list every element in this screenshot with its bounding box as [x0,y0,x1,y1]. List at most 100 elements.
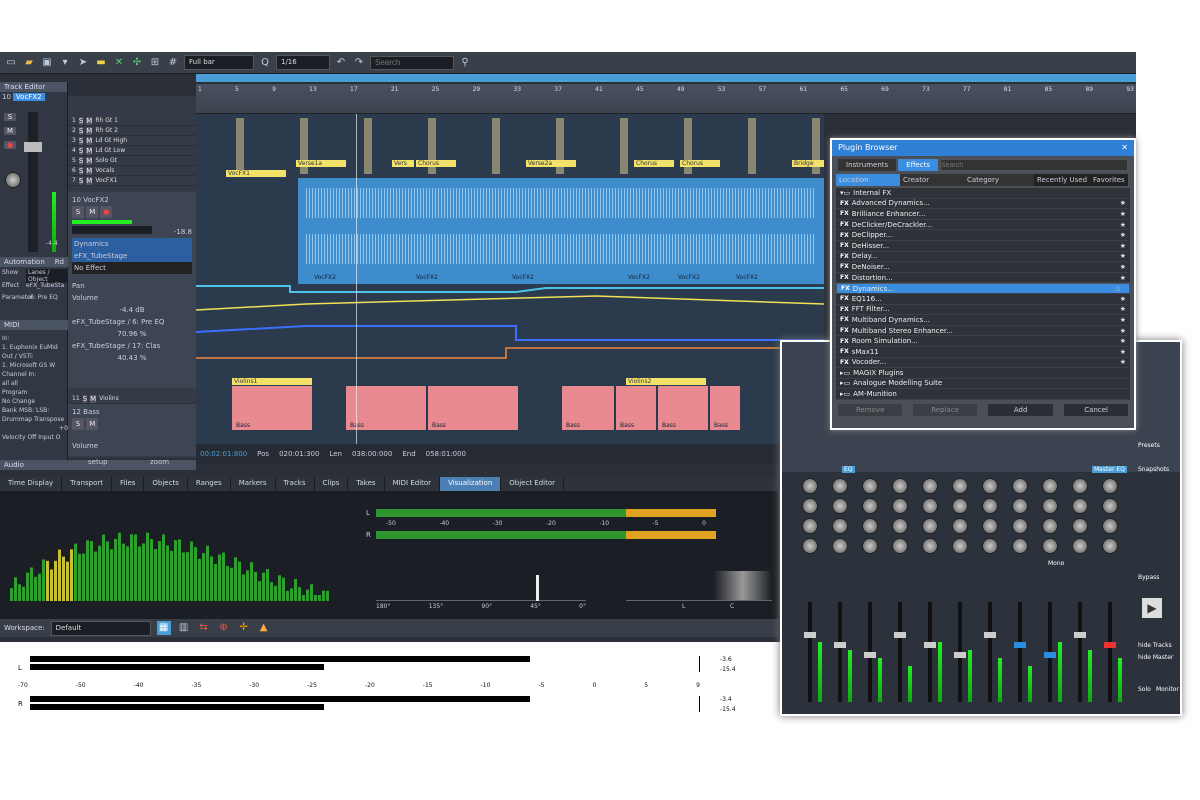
mixer-fader-handle[interactable] [864,652,876,658]
close-icon[interactable]: ✕ [1121,143,1128,153]
undo-icon[interactable]: ↶ [334,56,348,70]
quantize-select[interactable]: 1/16 [276,55,330,70]
part-chorus-1[interactable]: Chorus [416,160,456,167]
mixer-knob[interactable] [802,478,818,494]
mute-button[interactable]: M [86,136,93,145]
mixer-snapshots[interactable]: Snapshots [1138,466,1169,473]
velocity-button[interactable]: Velocity Off [2,434,36,441]
lane-1[interactable]: eFX_TubeStage / 6: Pre EQ [72,316,192,328]
favorite-star-icon[interactable]: ★ [1120,316,1126,324]
lane-2[interactable]: eFX_TubeStage / 17: Clas [72,340,192,352]
input-button[interactable]: Input O [38,434,60,441]
part-bridge[interactable]: Bridge [792,160,824,167]
clip-vocfx1[interactable]: VocFX1 [226,170,286,177]
mute-button[interactable]: M [86,126,93,135]
mute-button[interactable]: M [86,418,99,430]
track-row[interactable]: 4 S M Ld Gt Low [68,146,196,156]
mixer-knob[interactable] [922,538,938,554]
mixer-knob[interactable] [892,538,908,554]
mixer-knob[interactable] [922,498,938,514]
recently-used[interactable]: Recently Used [1034,174,1091,186]
fx-slot-2[interactable]: eFX_TubeStage [72,250,192,262]
mixer-knob[interactable] [1012,538,1028,554]
mute-button[interactable]: M [86,166,93,175]
channel-in-value[interactable]: all [2,380,9,387]
volume-lane[interactable]: Volume [72,440,192,452]
track-row[interactable]: 3 S M Ld Gt High [68,136,196,146]
tab-time-display[interactable]: Time Display [0,477,63,491]
tab-object-editor[interactable]: Object Editor [501,477,565,491]
pointer-icon[interactable]: ➤ [76,56,90,70]
mixer-presets[interactable]: Presets [1138,442,1160,449]
eq-icon[interactable]: ▲ [257,621,271,635]
bass-clip[interactable]: Bass [710,386,740,430]
layout-icon[interactable]: ▦ [156,621,171,635]
in-value[interactable]: 1. Euphonix EuMid [2,343,68,352]
mixer-solo[interactable]: Solo [1138,686,1151,693]
grid-icon[interactable]: # [166,56,180,70]
mixer-knob[interactable] [1042,478,1058,494]
mixer-fader-track[interactable] [898,602,902,702]
zoom-button[interactable]: zoom [150,458,169,466]
tab-files[interactable]: Files [112,477,145,491]
mixer-knob[interactable] [1102,498,1118,514]
plugin-item[interactable]: FX DeClipper... ★ [836,230,1130,241]
mixer-fader-handle[interactable] [1104,642,1116,648]
mixer-knob[interactable] [1012,518,1028,534]
mixer-knob[interactable] [892,478,908,494]
solo-button[interactable]: S [78,176,84,185]
playhead[interactable] [356,114,357,444]
out-value[interactable]: 1. Microsoft GS W [2,361,68,370]
mixer-knob[interactable] [922,518,938,534]
plugin-item[interactable]: FX Brilliance Enhancer... ★ [836,209,1130,220]
mute-button[interactable]: M [86,156,93,165]
favorite-star-icon[interactable]: ★ [1120,337,1126,345]
favorite-star-icon[interactable]: ★ [1120,327,1126,335]
plugin-item[interactable]: FX sMax11 ★ [836,347,1130,358]
mixer-knob[interactable] [1072,518,1088,534]
inspector-fader-handle[interactable] [24,142,42,152]
mixer-knob[interactable] [952,478,968,494]
nav-icon[interactable]: ✛ [237,621,251,635]
plugin-item[interactable]: FX DeNoiser... ★ [836,262,1130,273]
track-row[interactable]: 7 S M VocFX1 [68,176,196,186]
mixer-knob[interactable] [952,498,968,514]
col-creator[interactable]: Creator [900,174,964,186]
mixer-knob[interactable] [832,498,848,514]
tab-midi-editor[interactable]: MIDI Editor [385,477,441,491]
solo-button[interactable]: S [78,146,84,155]
mixer-knob[interactable] [862,478,878,494]
clip-violins1[interactable]: Violins1 [232,378,312,385]
favorite-star-icon[interactable]: ★ [1120,231,1126,239]
plugin-item[interactable]: FX Room Simulation... ★ [836,336,1130,347]
program-value[interactable]: No Change [2,397,68,406]
split-icon[interactable]: ✣ [130,56,144,70]
mixer-knob[interactable] [832,518,848,534]
mixer-knob[interactable] [1042,518,1058,534]
tab-transport[interactable]: Transport [62,477,113,491]
cancel-button[interactable]: Cancel [1064,404,1128,416]
replace-button[interactable]: Replace [913,404,977,416]
mixer-knob[interactable] [832,478,848,494]
track-row[interactable]: 1 S M Rh Gt 1 [68,116,196,126]
mixer-knob[interactable] [1042,498,1058,514]
mixer-fader-handle[interactable] [984,632,996,638]
favorite-star-icon[interactable]: ★ [1120,305,1126,313]
solo-button[interactable]: S [78,116,84,125]
mixer-knob[interactable] [982,538,998,554]
tab-takes[interactable]: Takes [348,477,385,491]
tab-tracks[interactable]: Tracks [276,477,315,491]
mixer-fader-track[interactable] [1018,602,1022,702]
search-icon[interactable]: ⚲ [458,56,472,70]
search-input[interactable] [370,55,454,70]
mixer-fader-track[interactable] [808,602,812,702]
folder-am[interactable]: ▸▭ AM-Munition [836,389,1130,400]
add-button[interactable]: Add [987,404,1054,416]
tab-clips[interactable]: Clips [315,477,349,491]
draw-icon[interactable]: ▬ [94,56,108,70]
plugin-item[interactable]: FX Delay... ★ [836,252,1130,263]
mixer-fader-handle[interactable] [894,632,906,638]
mixer-knob[interactable] [952,538,968,554]
bass-clip[interactable]: Bass [616,386,656,430]
mixer-knob[interactable] [1072,498,1088,514]
